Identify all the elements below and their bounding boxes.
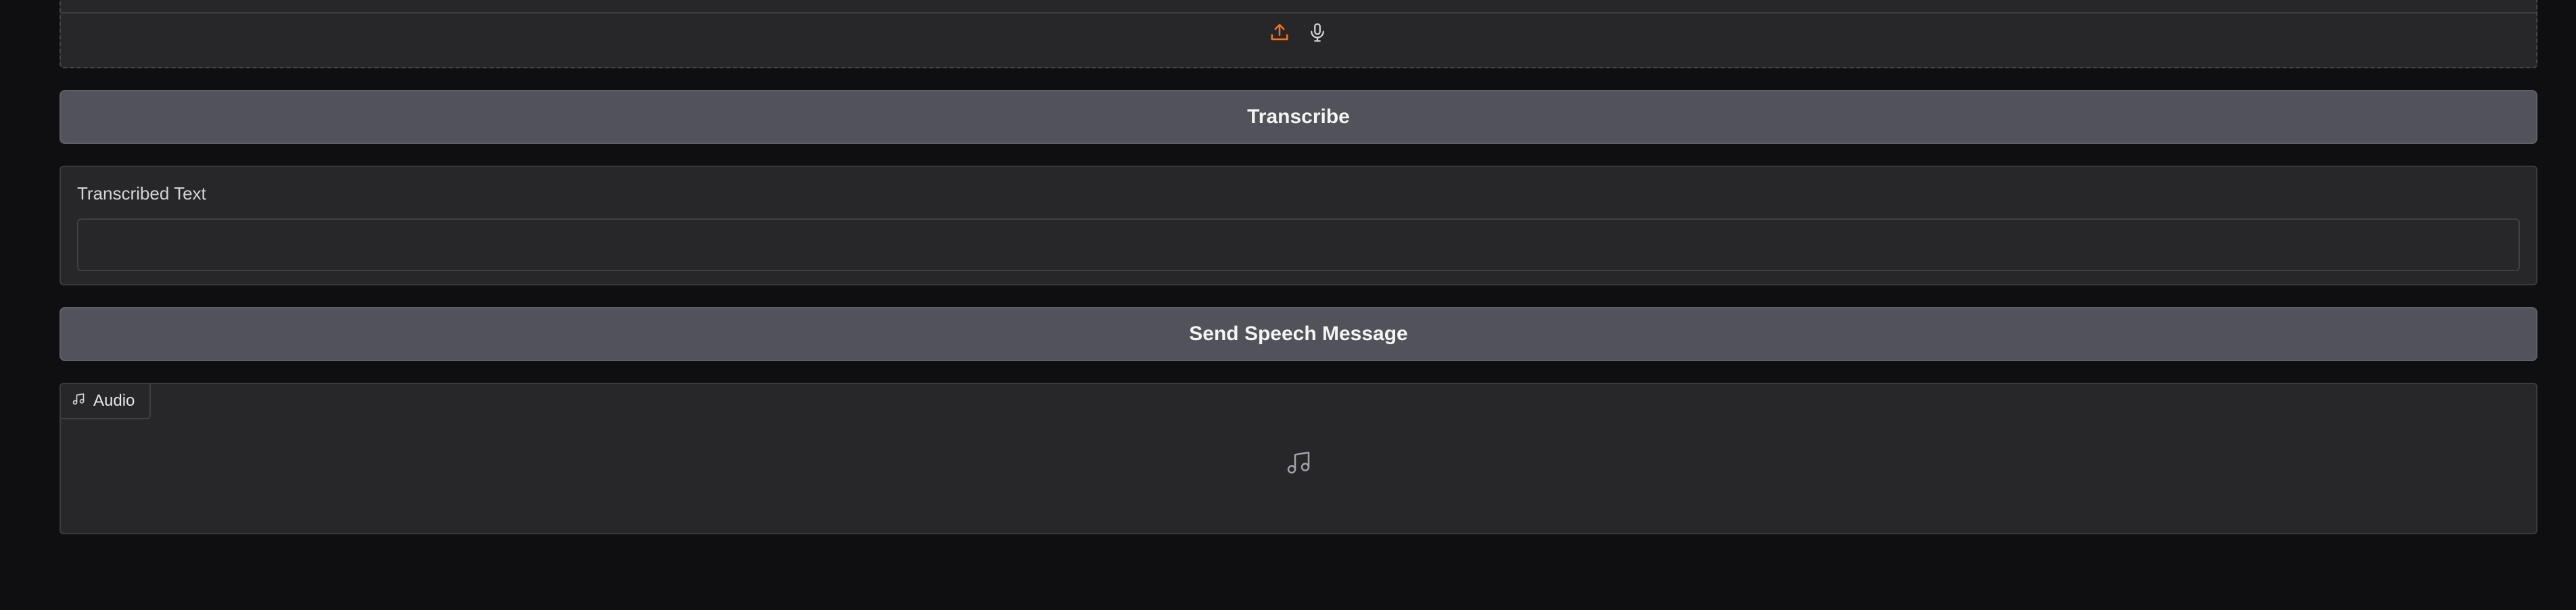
audio-input-panel xyxy=(60,0,2537,68)
audio-placeholder-icon xyxy=(1285,449,1312,479)
transcribe-button[interactable]: Transcribe xyxy=(60,90,2537,144)
music-note-icon xyxy=(72,392,85,410)
audio-source-toolbar xyxy=(61,20,2536,45)
microphone-icon[interactable] xyxy=(1305,20,1330,45)
audio-output-panel: Audio xyxy=(60,383,2537,534)
transcribed-text-panel: Transcribed Text xyxy=(60,166,2537,285)
transcribed-text-field[interactable] xyxy=(77,218,2520,271)
audio-label-badge: Audio xyxy=(61,384,151,419)
divider xyxy=(61,12,2536,14)
transcribed-text-label: Transcribed Text xyxy=(77,183,206,204)
audio-label: Audio xyxy=(93,392,135,410)
upload-icon[interactable] xyxy=(1267,20,1292,45)
send-speech-message-button[interactable]: Send Speech Message xyxy=(60,307,2537,361)
